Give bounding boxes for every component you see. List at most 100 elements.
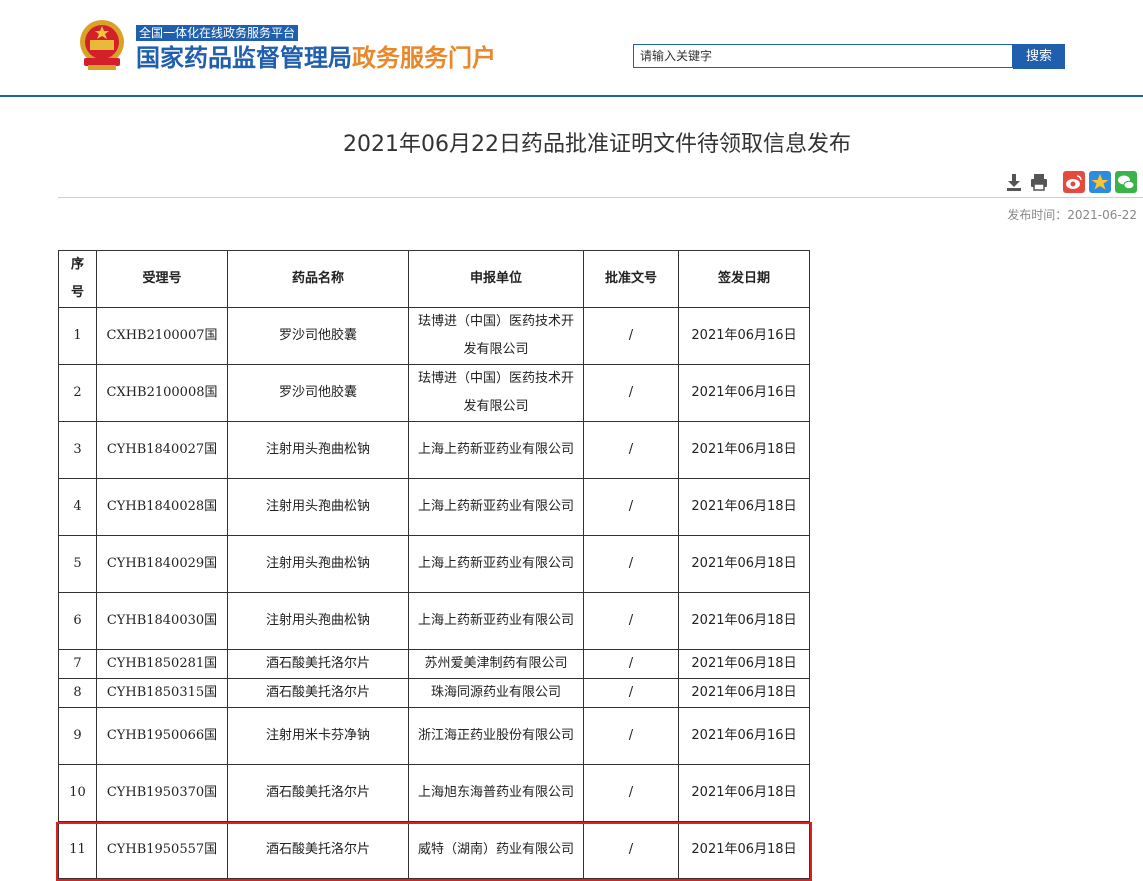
table-row: 4 CYHB1840028国 注射用头孢曲松钠 上海上药新亚药业有限公司/2021年0…: [58, 478, 810, 536]
cell-drug-name: 注射用头孢曲松钠: [227, 478, 409, 536]
table-row: 10 CYHB1950370国 酒石酸美托洛尔片 上海旭东海普药业有限公司/2021年…: [58, 764, 810, 822]
cell-index: 9: [58, 707, 97, 765]
cell-issue-date: 2021年06月18日: [678, 535, 810, 593]
download-icon[interactable]: [1004, 171, 1024, 193]
cell-applicant: 珠海同源药业有限公司: [408, 678, 584, 708]
cell-acceptance-no: CYHB1840028国: [96, 478, 228, 536]
table-row: 2 CXHB2100008国 罗沙司他胶囊 珐博进（中国）医药技术开发有限公司/202…: [58, 364, 810, 422]
cell-acceptance-no: CYHB1840027国: [96, 421, 228, 479]
cell-approval-no: /: [583, 649, 679, 679]
national-emblem-icon[interactable]: [76, 18, 128, 72]
cell-acceptance-no: CYHB1950370国: [96, 764, 228, 822]
cell-drug-name: 酒石酸美托洛尔片: [227, 649, 409, 679]
cell-applicant: 上海上药新亚药业有限公司: [408, 592, 584, 650]
cell-index: 7: [58, 649, 97, 679]
cell-drug-name: 注射用头孢曲松钠: [227, 592, 409, 650]
cell-approval-no: /: [583, 678, 679, 708]
weibo-icon[interactable]: [1063, 171, 1085, 193]
cell-applicant: 苏州爱美津制药有限公司: [408, 649, 584, 679]
cell-applicant: 珐博进（中国）医药技术开发有限公司: [408, 307, 584, 365]
header-acceptance-no: 受理号: [96, 250, 228, 308]
table-header-row: 序号 受理号 药品名称 申报单位 批准文号 签发日期: [58, 250, 810, 308]
platform-tag[interactable]: 全国一体化在线政务服务平台: [136, 25, 299, 41]
cell-applicant: 上海上药新亚药业有限公司: [408, 535, 584, 593]
qzone-icon[interactable]: [1089, 171, 1111, 193]
cell-approval-no: /: [583, 764, 679, 822]
cell-applicant: 上海上药新亚药业有限公司: [408, 421, 584, 479]
cell-approval-no: /: [583, 821, 679, 879]
cell-issue-date: 2021年06月16日: [678, 364, 810, 422]
cell-drug-name: 罗沙司他胶囊: [227, 307, 409, 365]
cell-applicant: 上海上药新亚药业有限公司: [408, 478, 584, 536]
header-drug-name: 药品名称: [227, 250, 409, 308]
cell-approval-no: /: [583, 364, 679, 422]
cell-acceptance-no: CYHB1950066国: [96, 707, 228, 765]
cell-acceptance-no: CYHB1950557国: [96, 821, 228, 879]
cell-issue-date: 2021年06月18日: [678, 678, 810, 708]
cell-approval-no: /: [583, 307, 679, 365]
search-input[interactable]: 请输入关键字: [633, 44, 1013, 68]
cell-drug-name: 注射用米卡芬净钠: [227, 707, 409, 765]
cell-issue-date: 2021年06月16日: [678, 307, 810, 365]
search-button[interactable]: 搜索: [1013, 44, 1065, 69]
cell-issue-date: 2021年06月16日: [678, 707, 810, 765]
cell-applicant: 威特（湖南）药业有限公司: [408, 821, 584, 879]
cell-acceptance-no: CYHB1850315国: [96, 678, 228, 708]
cell-issue-date: 2021年06月18日: [678, 478, 810, 536]
cell-issue-date: 2021年06月18日: [678, 821, 810, 879]
cell-drug-name: 注射用头孢曲松钠: [227, 421, 409, 479]
table-row: 3 CYHB1840027国 注射用头孢曲松钠 上海上药新亚药业有限公司/2021年0…: [58, 421, 810, 479]
cell-approval-no: /: [583, 421, 679, 479]
cell-applicant: 浙江海正药业股份有限公司: [408, 707, 584, 765]
brand-orange-text: 政务服务门户: [352, 44, 496, 72]
cell-drug-name: 酒石酸美托洛尔片: [227, 678, 409, 708]
publish-date-value: 2021-06-22: [1067, 208, 1137, 222]
cell-acceptance-no: CXHB2100008国: [96, 364, 228, 422]
cell-approval-no: /: [583, 707, 679, 765]
print-icon[interactable]: [1029, 171, 1049, 193]
cell-index: 6: [58, 592, 97, 650]
title-divider: [58, 197, 1143, 198]
cell-drug-name: 注射用头孢曲松钠: [227, 535, 409, 593]
article-title: 2021年06月22日药品批准证明文件待领取信息发布: [343, 132, 851, 157]
header-index: 序号: [58, 250, 97, 308]
cell-drug-name: 酒石酸美托洛尔片: [227, 764, 409, 822]
cell-approval-no: /: [583, 592, 679, 650]
wechat-icon[interactable]: [1115, 171, 1137, 193]
cell-index: 11: [58, 821, 97, 879]
header-approval-no: 批准文号: [583, 250, 679, 308]
cell-issue-date: 2021年06月18日: [678, 421, 810, 479]
cell-issue-date: 2021年06月18日: [678, 649, 810, 679]
table-row: 7 CYHB1850281国 酒石酸美托洛尔片 苏州爱美津制药有限公司/2021年06…: [58, 649, 810, 679]
table-row: 1 CXHB2100007国 罗沙司他胶囊 珐博进（中国）医药技术开发有限公司/202…: [58, 307, 810, 365]
table-row: 9 CYHB1950066国 注射用米卡芬净钠 浙江海正药业股份有限公司/2021年0…: [58, 707, 810, 765]
cell-index: 1: [58, 307, 97, 365]
cell-approval-no: /: [583, 535, 679, 593]
cell-index: 2: [58, 364, 97, 422]
cell-approval-no: /: [583, 478, 679, 536]
header-issue-date: 签发日期: [678, 250, 810, 308]
cell-applicant: 珐博进（中国）医药技术开发有限公司: [408, 364, 584, 422]
cell-issue-date: 2021年06月18日: [678, 592, 810, 650]
brand-blue-text: 国家药品监督管理局: [136, 44, 352, 72]
cell-index: 3: [58, 421, 97, 479]
cell-index: 4: [58, 478, 97, 536]
publish-date: 发布时间：2021-06-22: [1007, 206, 1137, 223]
table-row: 11 CYHB1950557国 酒石酸美托洛尔片 威特（湖南）药业有限公司/2021年…: [58, 821, 810, 879]
cell-acceptance-no: CYHB1840030国: [96, 592, 228, 650]
table-row: 6 CYHB1840030国 注射用头孢曲松钠 上海上药新亚药业有限公司/2021年0…: [58, 592, 810, 650]
cell-drug-name: 罗沙司他胶囊: [227, 364, 409, 422]
site-brand-title[interactable]: 国家药品监督管理局政务服务门户: [136, 42, 496, 74]
cell-index: 10: [58, 764, 97, 822]
approval-table: 序号 受理号 药品名称 申报单位 批准文号 签发日期 1 CXHB2100007国…: [58, 250, 810, 879]
table-row: 5 CYHB1840029国 注射用头孢曲松钠 上海上药新亚药业有限公司/2021年0…: [58, 535, 810, 593]
cell-acceptance-no: CXHB2100007国: [96, 307, 228, 365]
cell-issue-date: 2021年06月18日: [678, 764, 810, 822]
site-header: 全国一体化在线政务服务平台 国家药品监督管理局政务服务门户 请输入关键字 搜索: [0, 0, 1143, 97]
publish-label: 发布时间：: [1007, 208, 1068, 222]
cell-acceptance-no: CYHB1840029国: [96, 535, 228, 593]
table-row: 8 CYHB1850315国 酒石酸美托洛尔片 珠海同源药业有限公司/2021年06月…: [58, 678, 810, 708]
cell-index: 5: [58, 535, 97, 593]
cell-index: 8: [58, 678, 97, 708]
header-applicant: 申报单位: [408, 250, 584, 308]
